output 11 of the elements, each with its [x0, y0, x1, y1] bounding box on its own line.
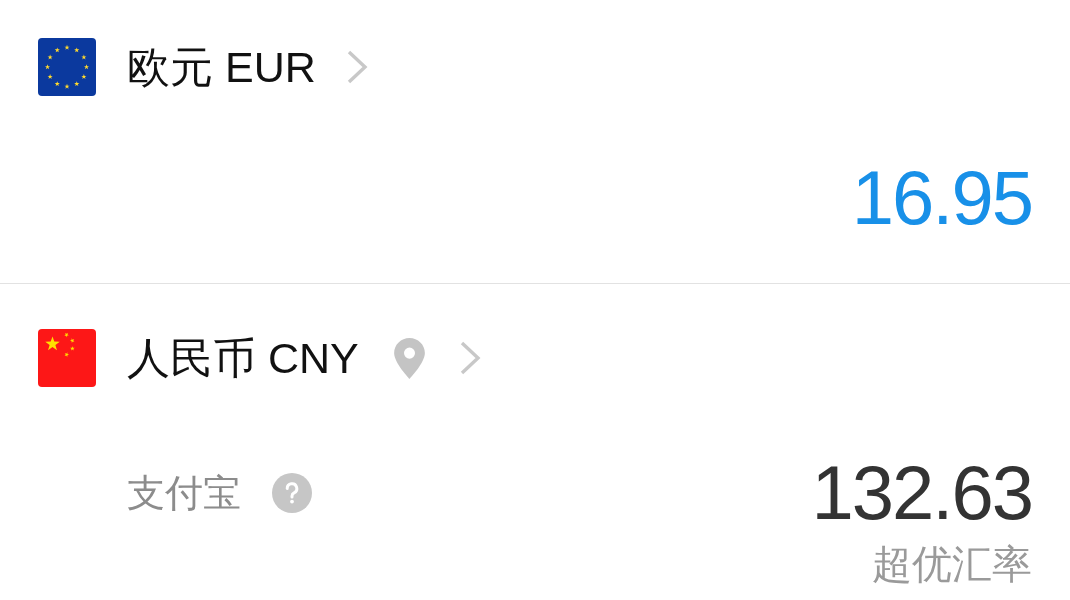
payment-provider-label: 支付宝	[127, 471, 241, 515]
help-icon[interactable]	[272, 473, 312, 513]
china-flag-icon	[38, 329, 96, 387]
chevron-right-icon[interactable]	[345, 49, 368, 85]
eu-flag-icon	[38, 38, 96, 96]
chevron-right-icon[interactable]	[458, 340, 481, 376]
amount-value: 132.63	[811, 455, 1032, 531]
currency-name[interactable]: 人民币 CNY	[127, 329, 359, 387]
amount-value: 16.95	[851, 160, 1032, 236]
currency-name[interactable]: 欧元 EUR	[127, 38, 316, 96]
rate-label: 超优汇率	[872, 541, 1032, 587]
